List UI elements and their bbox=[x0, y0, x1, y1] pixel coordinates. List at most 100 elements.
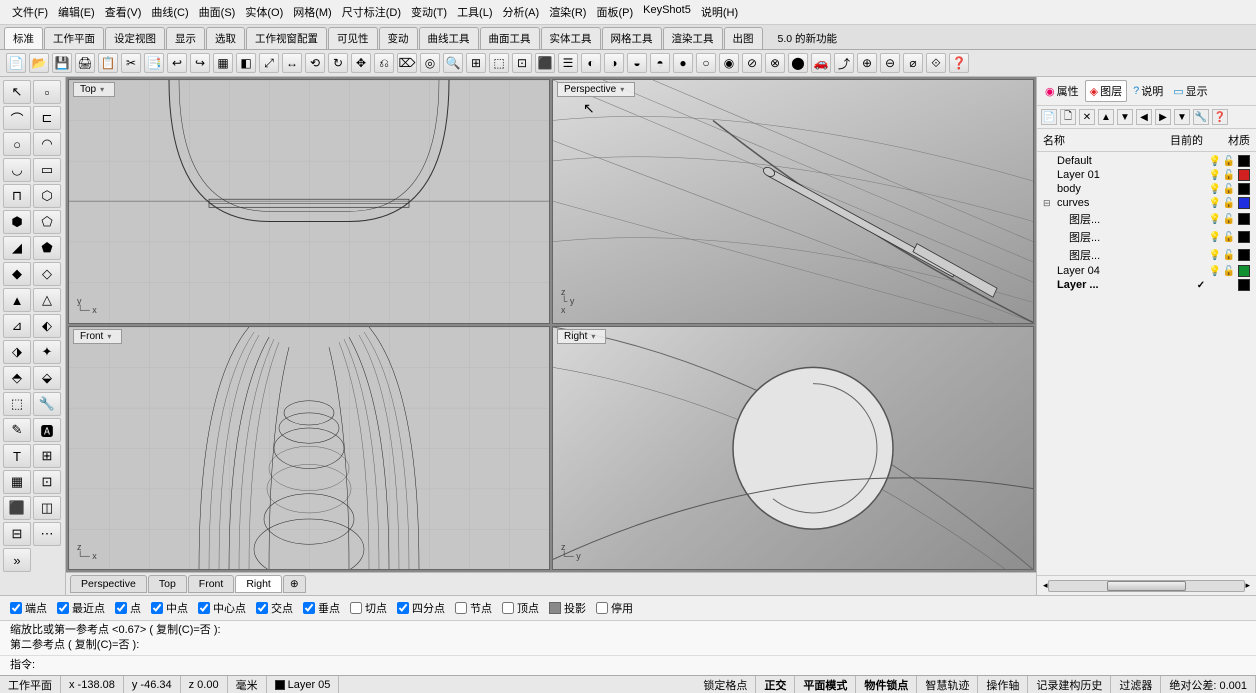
tab-出图[interactable]: 出图 bbox=[724, 27, 763, 49]
menu-曲线[interactable]: 曲线(C) bbox=[147, 2, 192, 22]
status-智慧轨迹[interactable]: 智慧轨迹 bbox=[917, 676, 978, 693]
tool-palette-btn-5[interactable]: ◠ bbox=[33, 132, 61, 156]
status-y[interactable]: y -46.34 bbox=[124, 676, 181, 693]
toolbar-btn-25[interactable]: ◐ bbox=[581, 53, 601, 73]
osnap-中心点[interactable]: 中心点 bbox=[198, 600, 246, 616]
toolbar-btn-24[interactable]: ☰ bbox=[558, 53, 578, 73]
toolbar-btn-28[interactable]: ◓ bbox=[650, 53, 670, 73]
tab-设定视图[interactable]: 设定视图 bbox=[105, 27, 165, 49]
layer-color-swatch[interactable] bbox=[1238, 183, 1250, 195]
status-记录建构历史[interactable]: 记录建构历史 bbox=[1028, 676, 1111, 693]
toolbar-btn-14[interactable]: ↻ bbox=[328, 53, 348, 73]
layer-toolbar-btn-4[interactable]: ▼ bbox=[1117, 109, 1133, 125]
col-current[interactable]: 目前的 bbox=[1170, 132, 1220, 148]
viewport-tab-right[interactable]: Right bbox=[235, 575, 282, 593]
layer-name[interactable]: Default bbox=[1055, 155, 1194, 167]
viewport-perspective[interactable]: Perspective z└ yx ↖ bbox=[552, 79, 1034, 324]
col-name[interactable]: 名称 bbox=[1043, 132, 1170, 148]
tool-palette-btn-15[interactable]: ◇ bbox=[33, 262, 61, 286]
lock-icon[interactable]: 🔓 bbox=[1222, 249, 1236, 261]
layer-expand-icon[interactable]: ⊟ bbox=[1043, 198, 1055, 209]
viewport-tab-top[interactable]: Top bbox=[148, 575, 187, 593]
tab-网格工具[interactable]: 网格工具 bbox=[602, 27, 662, 49]
menu-曲面[interactable]: 曲面(S) bbox=[195, 2, 240, 22]
menu-文件[interactable]: 文件(F) bbox=[8, 2, 52, 22]
toolbar-btn-31[interactable]: ◉ bbox=[719, 53, 739, 73]
tool-palette-btn-26[interactable]: ✎ bbox=[3, 418, 31, 442]
checkbox[interactable] bbox=[397, 602, 409, 614]
toolbar-btn-22[interactable]: ⊡ bbox=[512, 53, 532, 73]
toolbar-btn-11[interactable]: ⤢ bbox=[259, 53, 279, 73]
panel-tab-属性[interactable]: ◉属性 bbox=[1041, 80, 1083, 102]
tool-palette-btn-21[interactable]: ✦ bbox=[33, 340, 61, 364]
bulb-icon[interactable]: 💡 bbox=[1208, 231, 1222, 243]
tool-palette-btn-36[interactable]: » bbox=[3, 548, 31, 572]
checkbox[interactable] bbox=[198, 602, 210, 614]
layer-row-Layer 04[interactable]: Layer 04💡🔓 bbox=[1041, 264, 1252, 278]
tool-palette-btn-16[interactable]: ▲ bbox=[3, 288, 31, 312]
viewport-tab-perspective[interactable]: Perspective bbox=[70, 575, 147, 593]
bulb-icon[interactable]: 💡 bbox=[1208, 213, 1222, 225]
toolbar-btn-26[interactable]: ◑ bbox=[604, 53, 624, 73]
toolbar-btn-3[interactable]: 🖨 bbox=[75, 53, 95, 73]
toolbar-btn-16[interactable]: ⎌ bbox=[374, 53, 394, 73]
tool-palette-btn-33[interactable]: ◫ bbox=[33, 496, 61, 520]
checkbox[interactable] bbox=[455, 602, 467, 614]
tool-palette-btn-8[interactable]: ⊓ bbox=[3, 184, 31, 208]
menu-面板[interactable]: 面板(P) bbox=[592, 2, 637, 22]
status-物件锁点[interactable]: 物件锁点 bbox=[856, 676, 917, 693]
layer-name[interactable]: curves bbox=[1055, 197, 1194, 209]
toolbar-btn-40[interactable]: ⟐ bbox=[926, 53, 946, 73]
toolbar-btn-17[interactable]: ⌦ bbox=[397, 53, 417, 73]
toolbar-btn-38[interactable]: ⊖ bbox=[880, 53, 900, 73]
tool-palette-btn-11[interactable]: ⬠ bbox=[33, 210, 61, 234]
bulb-icon[interactable] bbox=[1208, 279, 1222, 291]
layer-name[interactable]: 图层... bbox=[1067, 211, 1194, 227]
toolbar-btn-2[interactable]: 💾 bbox=[52, 53, 72, 73]
toolbar-btn-35[interactable]: 🚗 bbox=[811, 53, 831, 73]
tool-palette-btn-34[interactable]: ⊟ bbox=[3, 522, 31, 546]
layer-row-Layer 01[interactable]: Layer 01💡🔓 bbox=[1041, 168, 1252, 182]
toolbar-btn-37[interactable]: ⊕ bbox=[857, 53, 877, 73]
tool-palette-btn-17[interactable]: △ bbox=[33, 288, 61, 312]
tool-palette-btn-23[interactable]: ⬙ bbox=[33, 366, 61, 390]
toolbar-btn-1[interactable]: 📂 bbox=[29, 53, 49, 73]
toolbar-btn-13[interactable]: ⟲ bbox=[305, 53, 325, 73]
layer-name[interactable]: Layer 01 bbox=[1055, 169, 1194, 181]
toolbar-btn-7[interactable]: ↩ bbox=[167, 53, 187, 73]
tool-palette-btn-31[interactable]: ⊡ bbox=[33, 470, 61, 494]
lock-icon[interactable]: 🔓 bbox=[1222, 155, 1236, 167]
tab-曲面工具[interactable]: 曲面工具 bbox=[480, 27, 540, 49]
viewport-label-right[interactable]: Right bbox=[557, 329, 606, 344]
bulb-icon[interactable]: 💡 bbox=[1208, 169, 1222, 181]
osnap-顶点[interactable]: 顶点 bbox=[502, 600, 539, 616]
toolbar-btn-34[interactable]: ⬤ bbox=[788, 53, 808, 73]
tool-palette-btn-30[interactable]: ▦ bbox=[3, 470, 31, 494]
tab-标准[interactable]: 标准 bbox=[4, 27, 43, 49]
viewport-label-front[interactable]: Front bbox=[73, 329, 122, 344]
tool-palette-btn-25[interactable]: 🔧 bbox=[33, 392, 61, 416]
toolbar-btn-19[interactable]: 🔍 bbox=[443, 53, 463, 73]
layer-row-Default[interactable]: Default💡🔓 bbox=[1041, 154, 1252, 168]
menu-变动[interactable]: 变动(T) bbox=[407, 2, 451, 22]
toolbar-btn-18[interactable]: ◎ bbox=[420, 53, 440, 73]
tool-palette-btn-4[interactable]: ○ bbox=[3, 132, 31, 156]
menu-实体[interactable]: 实体(O) bbox=[241, 2, 287, 22]
bulb-icon[interactable]: 💡 bbox=[1208, 183, 1222, 195]
viewport-label-persp[interactable]: Perspective bbox=[557, 82, 635, 97]
bulb-icon[interactable]: 💡 bbox=[1208, 249, 1222, 261]
layer-name[interactable]: Layer ... bbox=[1055, 279, 1194, 291]
lock-icon[interactable]: 🔓 bbox=[1222, 231, 1236, 243]
checkbox[interactable] bbox=[596, 602, 608, 614]
panel-tab-显示[interactable]: ▭显示 bbox=[1169, 80, 1211, 102]
status-平面模式[interactable]: 平面模式 bbox=[795, 676, 856, 693]
osnap-点[interactable]: 点 bbox=[115, 600, 141, 616]
tool-palette-btn-3[interactable]: ⊏ bbox=[33, 106, 61, 130]
menu-编辑[interactable]: 编辑(E) bbox=[54, 2, 99, 22]
tool-palette-btn-20[interactable]: ⬗ bbox=[3, 340, 31, 364]
tool-palette-btn-6[interactable]: ◡ bbox=[3, 158, 31, 182]
osnap-切点[interactable]: 切点 bbox=[350, 600, 387, 616]
tool-palette-btn-14[interactable]: ◆ bbox=[3, 262, 31, 286]
lock-icon[interactable] bbox=[1222, 279, 1236, 291]
status-z[interactable]: z 0.00 bbox=[181, 676, 228, 693]
